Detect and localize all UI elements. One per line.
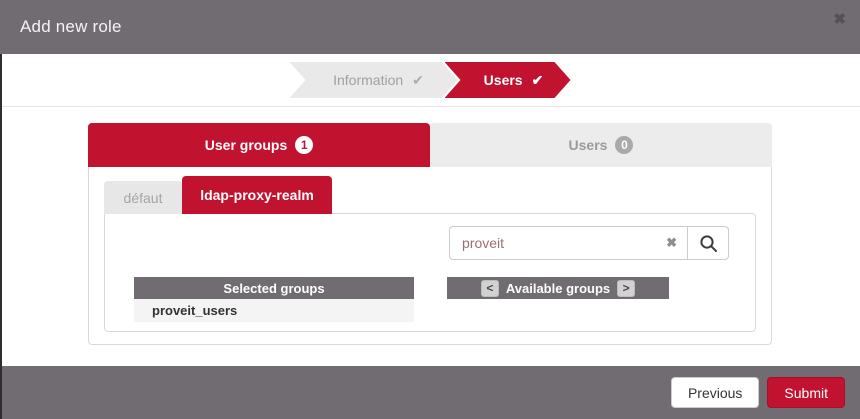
submit-button[interactable]: Submit — [767, 377, 845, 408]
realm-tab-ldap-label: ldap-proxy-realm — [200, 187, 314, 203]
realm-tab-ldap-proxy-realm[interactable]: ldap-proxy-realm — [182, 176, 332, 214]
previous-button[interactable]: Previous — [671, 377, 759, 408]
step-information[interactable]: Information ✔ — [290, 62, 458, 98]
search-box: ✖ — [449, 226, 687, 260]
available-groups-header-label: Available groups — [506, 281, 610, 296]
tab-user-groups-label: User groups — [205, 137, 287, 153]
selected-groups-header-label: Selected groups — [223, 281, 324, 296]
realm-tab-defaut-label: défaut — [124, 190, 163, 206]
available-groups-header: < Available groups > — [447, 277, 669, 299]
available-groups-list: < Available groups > — [447, 277, 669, 299]
move-left-button[interactable]: < — [481, 280, 499, 297]
group-search: ✖ — [449, 226, 729, 260]
clear-search-icon[interactable]: ✖ — [666, 235, 677, 251]
overlay-edge — [0, 54, 2, 419]
tab-user-groups[interactable]: User groups 1 — [88, 123, 430, 167]
step-information-label: Information — [333, 72, 403, 88]
search-icon — [699, 234, 718, 253]
search-input[interactable] — [449, 226, 687, 260]
users-count-badge: 0 — [615, 136, 633, 154]
step-users-label: Users — [484, 72, 523, 88]
realm-content-panel: ✖ Selected groups proveit_users < Availa… — [104, 213, 756, 332]
add-role-modal: Add new role ✖ Information ✔ Users ✔ Use… — [0, 0, 860, 419]
wizard-stepper: Information ✔ Users ✔ — [0, 54, 860, 107]
search-button[interactable] — [687, 226, 729, 260]
selected-groups-header: Selected groups — [134, 277, 414, 299]
selected-groups-list: Selected groups proveit_users — [134, 277, 414, 322]
group-name: proveit_users — [152, 303, 237, 318]
modal-header: Add new role ✖ — [0, 0, 860, 54]
main-tabs: User groups 1 Users 0 — [88, 123, 772, 167]
tab-users[interactable]: Users 0 — [430, 123, 772, 167]
modal-footer: Previous Submit — [0, 366, 860, 419]
tab-users-label: Users — [569, 137, 608, 153]
check-icon: ✔ — [532, 72, 544, 89]
list-item[interactable]: proveit_users — [134, 299, 414, 322]
user-groups-count-badge: 1 — [295, 136, 313, 154]
close-icon[interactable]: ✖ — [833, 12, 846, 27]
step-users[interactable]: Users ✔ — [445, 62, 571, 98]
check-icon: ✔ — [412, 72, 424, 89]
move-right-button[interactable]: > — [617, 280, 635, 297]
realm-tab-defaut[interactable]: défaut — [104, 181, 182, 214]
modal-title: Add new role — [20, 17, 122, 37]
